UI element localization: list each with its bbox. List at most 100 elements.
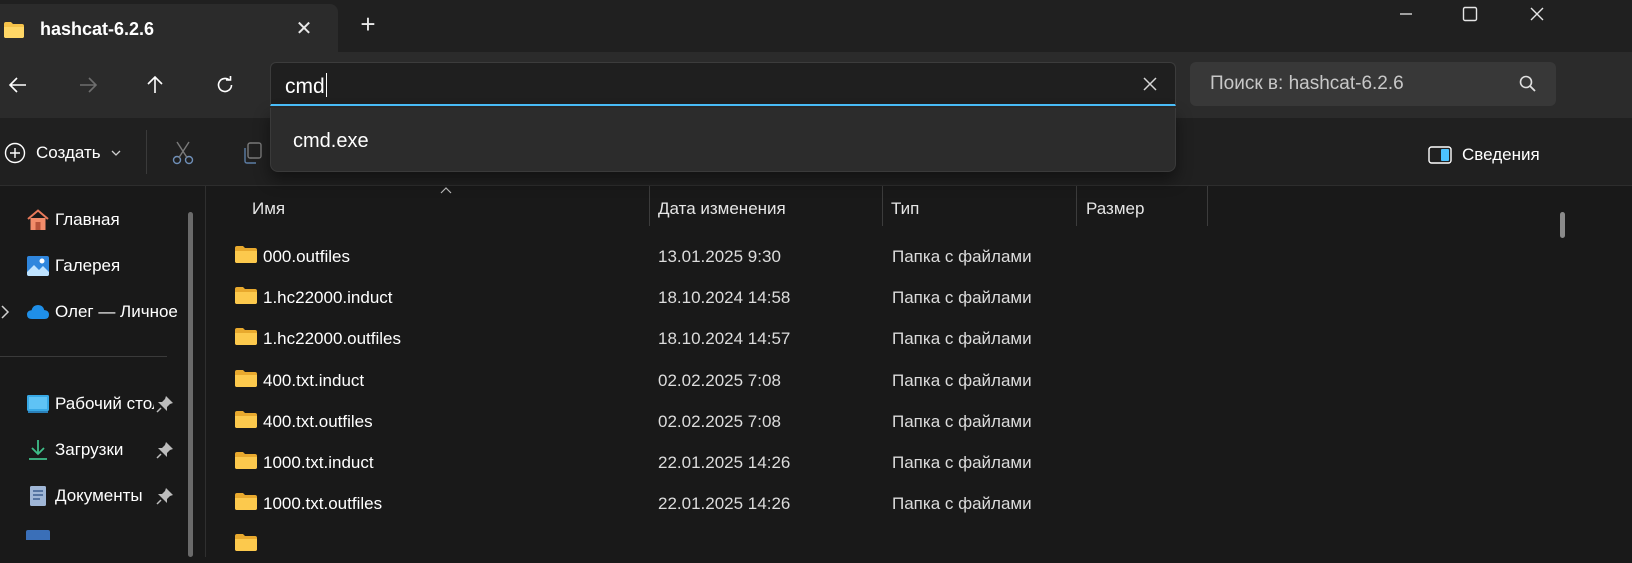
forward-button[interactable]: [70, 68, 106, 102]
column-header-type[interactable]: Тип: [883, 186, 1076, 228]
documents-icon: [30, 486, 46, 506]
sidebar-scrollbar[interactable]: [188, 212, 193, 557]
table-row[interactable]: 1.hc22000.induct 18.10.2024 14:58 Папка …: [226, 275, 1556, 316]
file-type: Папка с файлами: [892, 288, 1032, 308]
pin-icon[interactable]: [156, 395, 174, 413]
column-header-label: Дата изменения: [658, 199, 786, 218]
column-header-size[interactable]: Размер: [1077, 186, 1207, 228]
close-icon: [1530, 7, 1544, 21]
address-clear-button[interactable]: [1139, 73, 1161, 95]
refresh-button[interactable]: [207, 68, 243, 102]
tab-close-icon[interactable]: ✕: [292, 16, 316, 40]
new-tab-button[interactable]: +: [354, 9, 382, 39]
file-name: 1.hc22000.outfiles: [263, 329, 401, 349]
file-name: 1000.txt.induct: [263, 453, 374, 472]
file-date: 18.10.2024 14:57: [658, 329, 791, 349]
arrow-up-icon: [147, 75, 163, 93]
file-date: 22.01.2025 14:26: [658, 494, 791, 514]
file-type: Папка с файлами: [892, 494, 1032, 514]
up-button[interactable]: [137, 68, 173, 102]
suggestion-item[interactable]: cmd.exe: [271, 114, 1177, 166]
file-date: 02.02.2025 7:08: [658, 370, 781, 390]
folder-icon: [235, 410, 257, 428]
tab-title: hashcat-6.2.6: [40, 19, 155, 39]
sidebar-item-label: Рабочий стол: [55, 394, 154, 413]
sidebar-item-label: Галерея: [55, 256, 121, 275]
refresh-icon: [217, 76, 233, 93]
sidebar-item-label: Загрузки: [55, 440, 124, 459]
folder-icon: [235, 534, 257, 552]
plus-circle-icon: [4, 142, 26, 164]
column-header-name[interactable]: Имя: [206, 186, 649, 228]
file-date: 02.02.2025 7:08: [658, 411, 781, 431]
table-row[interactable]: 000.outfiles 13.01.2025 9:30 Папка с фай…: [226, 234, 1556, 275]
sidebar-item-label: Олег — Личное: [55, 302, 178, 321]
copy-icon[interactable]: [240, 140, 266, 166]
sidebar-divider: [0, 356, 167, 357]
create-button[interactable]: Создать: [4, 140, 121, 166]
address-bar[interactable]: cmd: [270, 62, 1176, 106]
maximize-icon: [1462, 6, 1478, 22]
file-name: 400.txt.induct: [263, 370, 365, 390]
pin-icon[interactable]: [156, 441, 174, 459]
table-row[interactable]: 1000.txt.induct 22.01.2025 14:26 Папка с…: [226, 440, 1556, 481]
create-label: Создать: [36, 143, 101, 162]
tab-strip: hashcat-6.2.6 ✕ +: [0, 0, 1632, 52]
back-button[interactable]: [0, 68, 36, 102]
file-type: Папка с файлами: [892, 370, 1032, 390]
folder-icon: [4, 22, 24, 38]
minimize-button[interactable]: [1378, 0, 1434, 28]
sidebar-item-documents[interactable]: Документы: [0, 474, 186, 518]
suggestion-label: cmd.exe: [293, 130, 369, 152]
maximize-button[interactable]: [1442, 0, 1498, 28]
file-name: 400.txt.outfiles: [263, 411, 373, 431]
table-row[interactable]: 400.txt.induct 02.02.2025 7:08 Папка с ф…: [226, 358, 1556, 399]
search-box[interactable]: Поиск в: hashcat-6.2.6: [1190, 62, 1556, 106]
file-date: 22.01.2025 14:26: [658, 453, 791, 472]
close-window-button[interactable]: [1509, 0, 1565, 28]
folder-icon: [235, 328, 257, 346]
chevron-right-icon[interactable]: [0, 304, 10, 320]
folder-icon: [235, 287, 257, 305]
file-list-scrollbar[interactable]: [1560, 212, 1565, 238]
column-header-label: Тип: [891, 199, 920, 218]
file-date: 13.01.2025 9:30: [658, 247, 781, 266]
text-caret: [325, 73, 327, 97]
file-type: Папка с файлами: [892, 247, 1032, 266]
column-separator[interactable]: [1207, 186, 1208, 226]
folder-icon: [235, 246, 257, 263]
sidebar-item-partial[interactable]: [26, 530, 50, 540]
navigation-pane: Главная Галерея Олег — Личное Рабочий ст…: [0, 186, 206, 557]
desktop-icon: [27, 395, 49, 413]
cut-icon[interactable]: [170, 140, 196, 166]
search-input[interactable]: Поиск в: hashcat-6.2.6: [1210, 73, 1404, 95]
address-input[interactable]: cmd: [285, 73, 327, 99]
sidebar-item-label: Документы: [55, 486, 143, 505]
file-date: 18.10.2024 14:58: [658, 288, 791, 308]
gallery-icon: [27, 256, 49, 276]
sidebar-item-gallery[interactable]: Галерея: [0, 244, 186, 288]
search-icon: [1519, 75, 1536, 92]
table-row[interactable]: 1000.txt.outfiles 22.01.2025 14:26 Папка…: [226, 481, 1556, 522]
sidebar-item-home[interactable]: Главная: [0, 198, 186, 242]
sidebar-item-desktop[interactable]: Рабочий стол: [0, 382, 186, 426]
details-button[interactable]: Сведения: [1428, 142, 1540, 168]
file-name: 1000.txt.outfiles: [263, 494, 383, 514]
sidebar-item-downloads[interactable]: Загрузки: [0, 428, 186, 472]
arrow-left-icon: [8, 77, 26, 93]
sidebar-item-onedrive[interactable]: Олег — Личное: [0, 290, 186, 334]
folder-icon: [235, 452, 257, 469]
details-pane-icon: [1428, 146, 1452, 164]
tab-hashcat[interactable]: hashcat-6.2.6 ✕: [0, 4, 338, 52]
column-header-label: Размер: [1086, 199, 1145, 218]
minimize-icon: [1400, 13, 1412, 15]
table-row[interactable]: 400.txt.outfiles 02.02.2025 7:08 Папка с…: [226, 399, 1556, 440]
file-type: Папка с файлами: [892, 453, 1032, 472]
file-name: 1.hc22000.induct: [263, 288, 393, 308]
onedrive-icon: [27, 305, 49, 319]
download-icon: [29, 440, 47, 460]
pin-icon[interactable]: [156, 487, 174, 505]
column-header-date[interactable]: Дата изменения: [650, 186, 882, 228]
column-header-label: Имя: [252, 199, 286, 218]
table-row[interactable]: 1.hc22000.outfiles 18.10.2024 14:57 Папк…: [226, 316, 1556, 357]
